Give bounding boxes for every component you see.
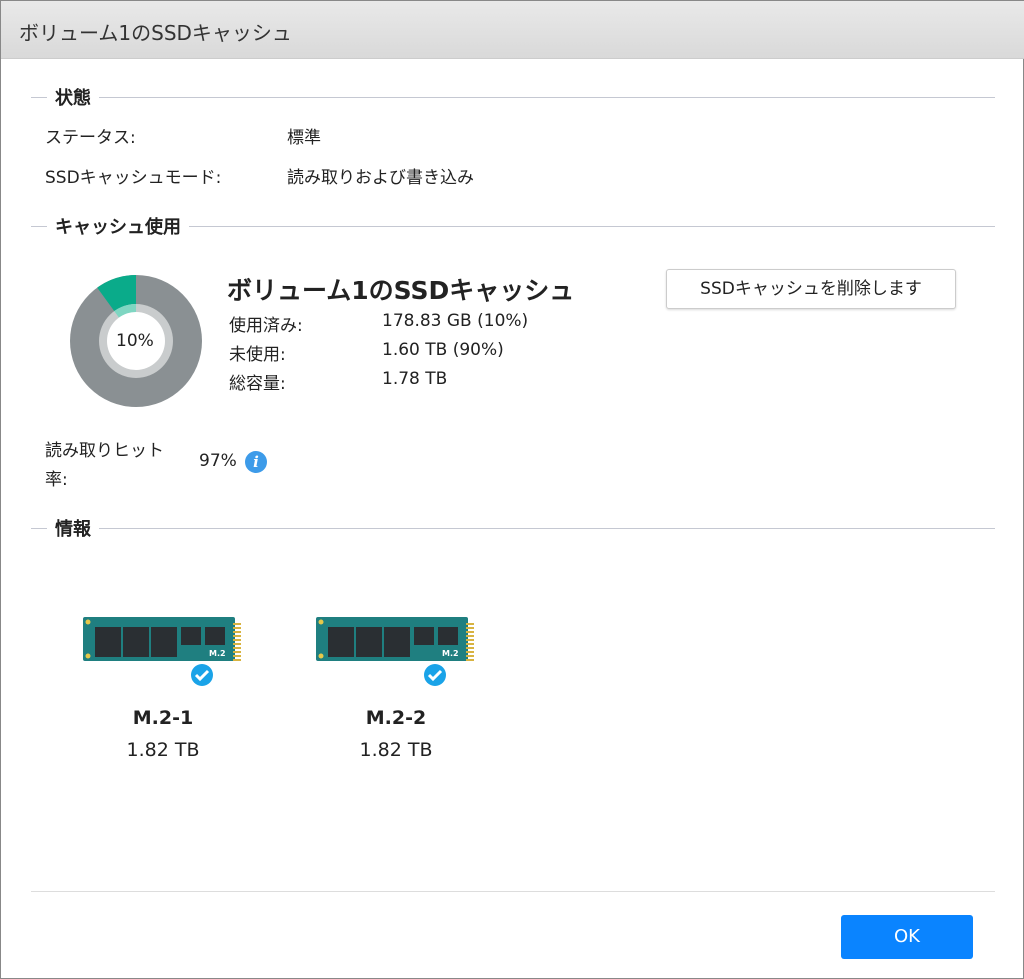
delete-ssd-cache-button[interactable]: SSDキャッシュを削除します (666, 269, 956, 309)
section-info: 情報 (31, 515, 995, 541)
drive-m2-1[interactable]: M.2 M.2-1 1.82 TB (63, 613, 263, 761)
drive-m2-2[interactable]: M.2 M.2-2 1.82 TB (296, 613, 496, 761)
drive-size: 1.82 TB (359, 739, 433, 761)
cache-mode-label: SSDキャッシュモード: (45, 168, 222, 188)
hit-rate-value: 97% (199, 451, 237, 471)
section-heading: 状態 (47, 84, 99, 110)
dialog-title-bar: ボリューム1のSSDキャッシュ (1, 1, 1024, 59)
used-value: 178.83 GB (10%) (382, 311, 529, 331)
drive-name: M.2-2 (365, 707, 427, 729)
donut-percent-label: 10% (116, 331, 154, 351)
section-heading: キャッシュ使用 (47, 213, 189, 239)
ok-button[interactable]: OK (841, 915, 973, 959)
section-status: 状態 (31, 84, 995, 110)
section-heading: 情報 (47, 515, 99, 541)
dialog-title: ボリューム1のSSDキャッシュ (19, 21, 292, 45)
drive-size: 1.82 TB (126, 739, 200, 761)
m2-ssd-icon: M.2 (316, 617, 474, 686)
footer-divider (31, 891, 995, 892)
hit-rate-label: 読み取りヒット (45, 441, 164, 461)
svg-text:M.2: M.2 (442, 649, 459, 658)
free-label: 未使用: (229, 345, 286, 365)
info-icon[interactable]: i (245, 451, 267, 473)
status-label: ステータス: (45, 128, 136, 148)
status-value: 標準 (287, 128, 321, 148)
used-label: 使用済み: (229, 316, 303, 336)
free-value: 1.60 TB (90%) (382, 340, 504, 360)
hit-rate-label-cont: 率: (45, 470, 68, 490)
drive-name: M.2-1 (132, 707, 194, 729)
cache-name: ボリューム1のSSDキャッシュ (227, 276, 575, 305)
svg-text:M.2: M.2 (209, 649, 226, 658)
m2-ssd-icon: M.2 (83, 617, 241, 686)
section-cache-usage: キャッシュ使用 (31, 213, 995, 239)
capacity-label: 総容量: (229, 374, 286, 394)
capacity-value: 1.78 TB (382, 369, 448, 389)
cache-mode-value: 読み取りおよび書き込み (287, 168, 474, 188)
